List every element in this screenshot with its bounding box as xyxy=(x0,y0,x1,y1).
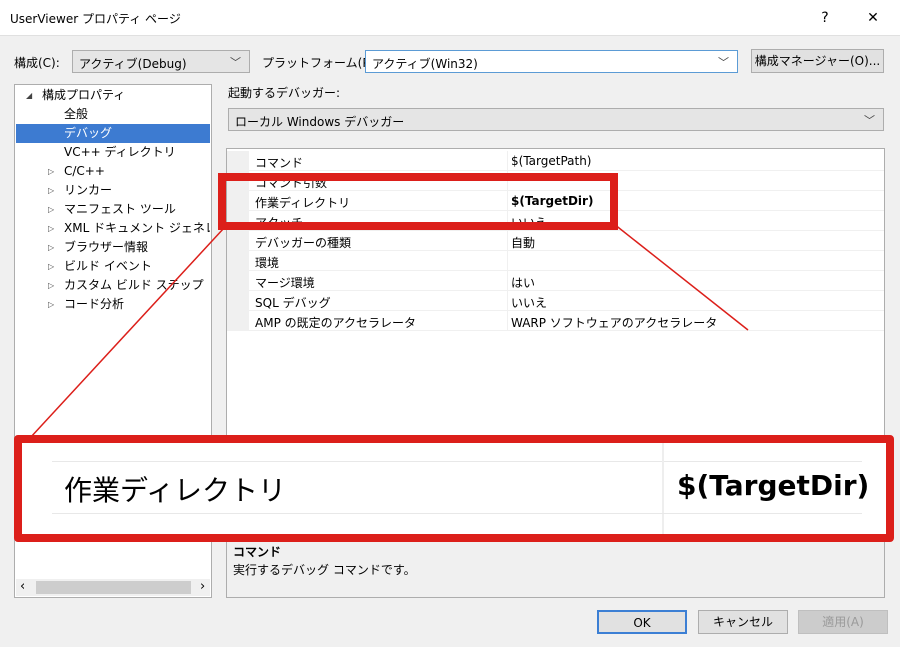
callout-property-name: 作業ディレクトリ xyxy=(64,474,287,507)
callout-line-left xyxy=(29,227,225,439)
callout-property-value: $(TargetDir) xyxy=(677,469,870,502)
callout-lines xyxy=(29,223,749,439)
callout-line-right xyxy=(613,223,749,331)
highlight-box xyxy=(218,173,618,230)
zoom-callout: 作業ディレクトリ $(TargetDir) xyxy=(14,435,894,542)
